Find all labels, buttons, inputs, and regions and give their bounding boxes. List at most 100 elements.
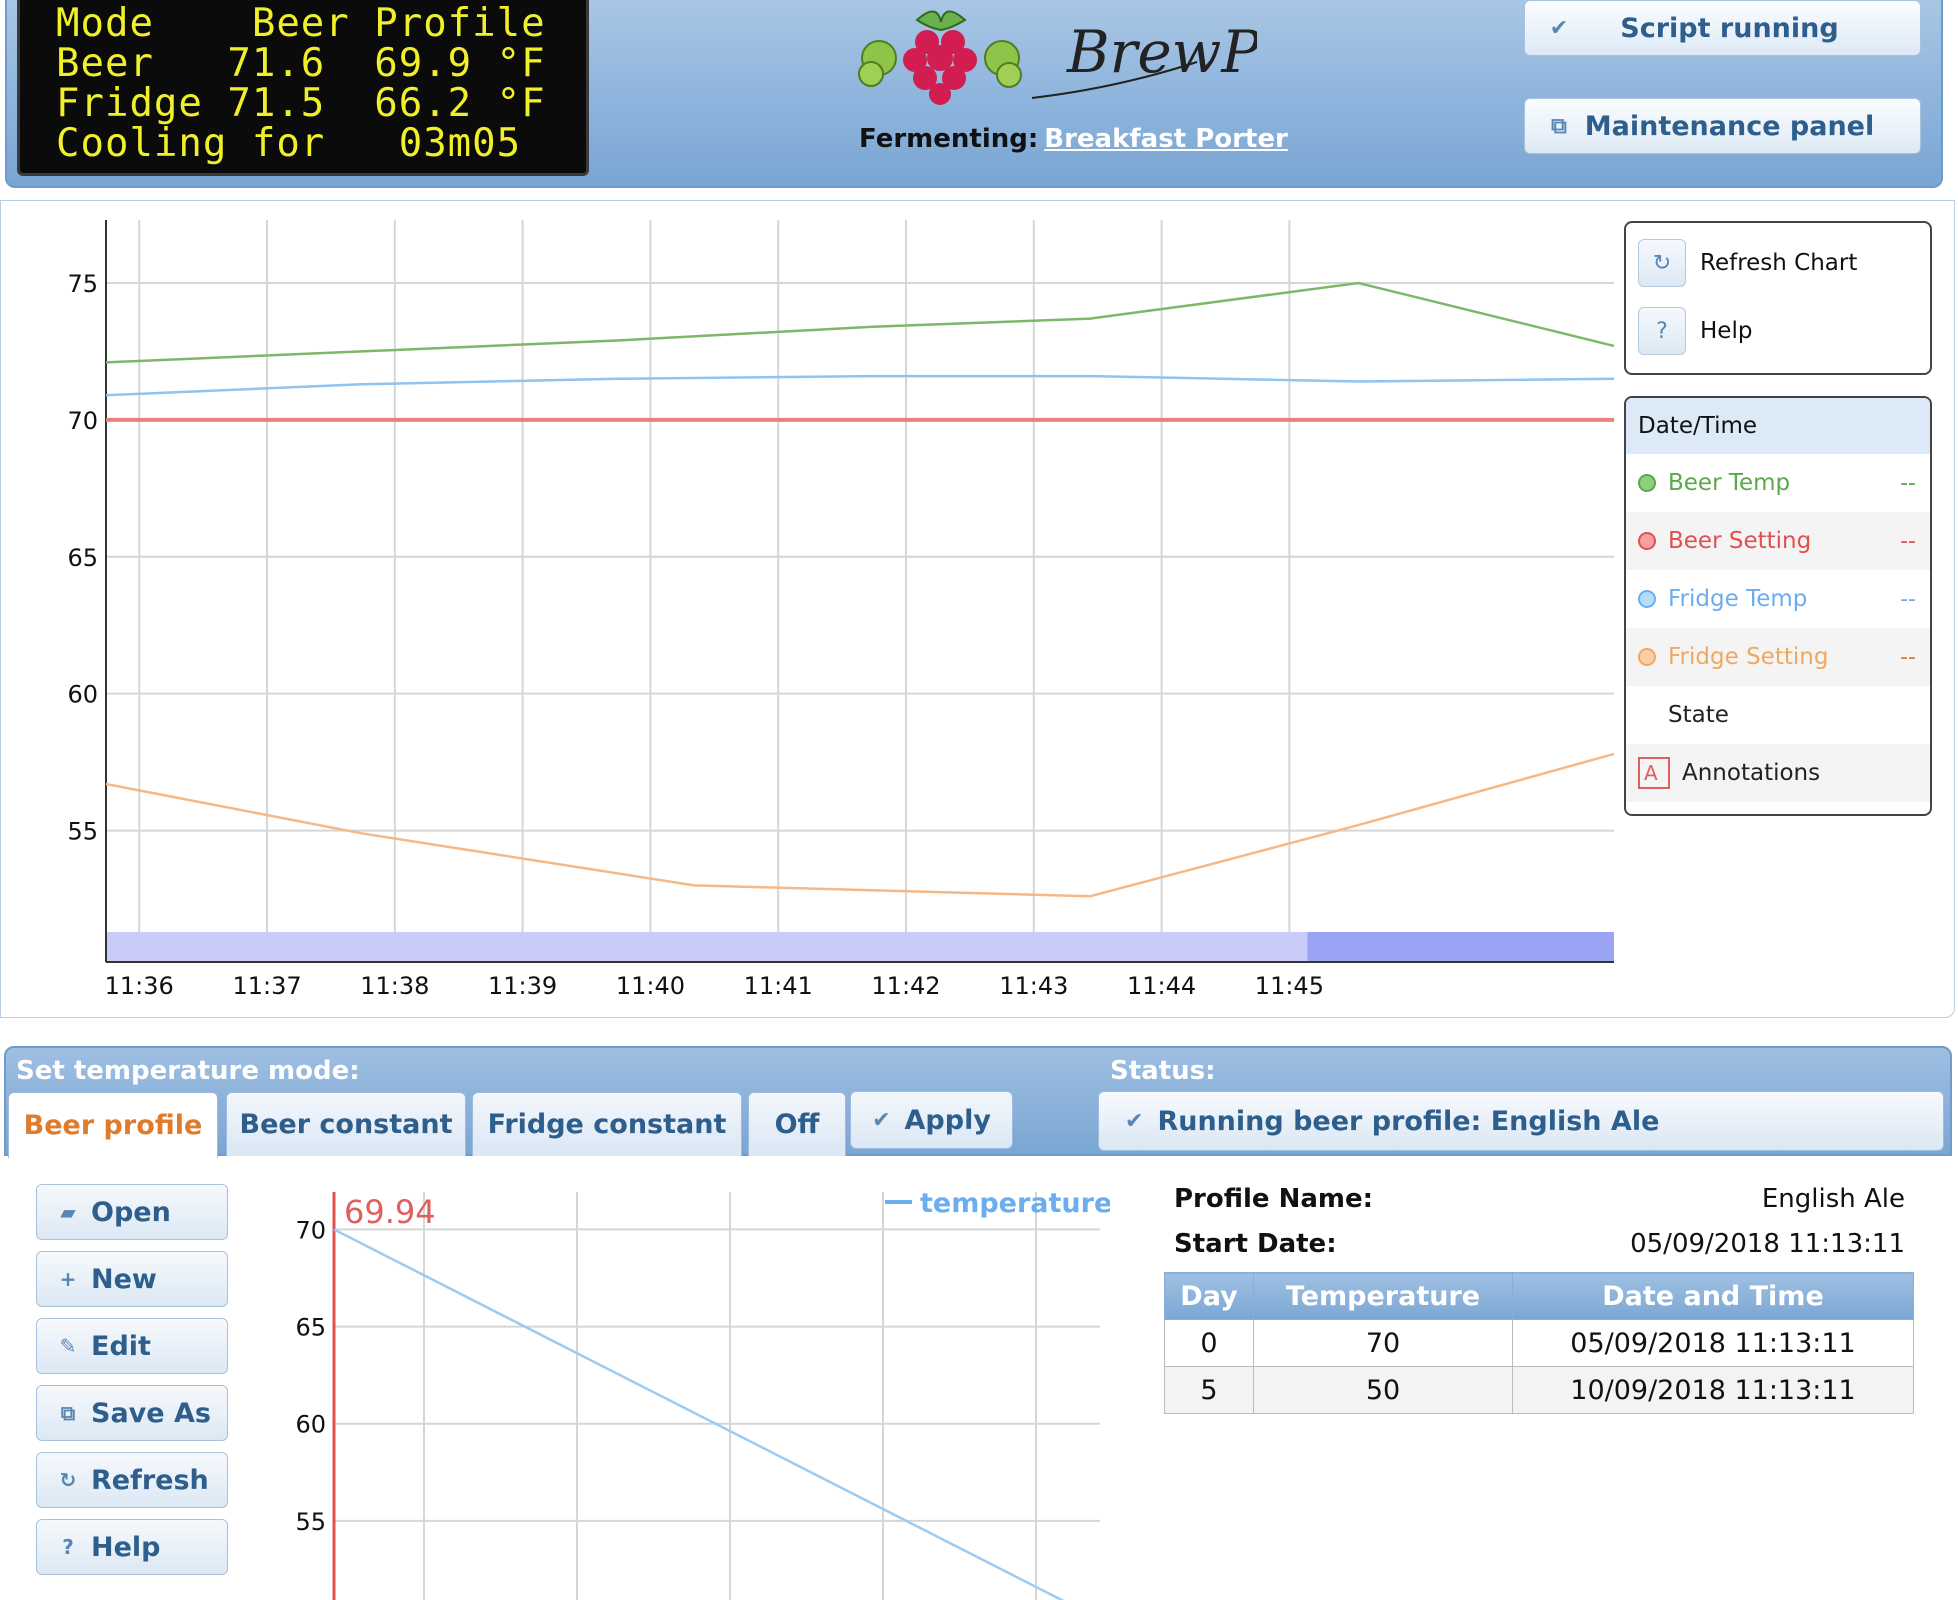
current-value-label: 69.94 <box>344 1193 436 1231</box>
cell-day: 0 <box>1164 1319 1254 1367</box>
script-running-label: Script running <box>1620 12 1839 44</box>
x-tick-label: 11:42 <box>871 972 940 1000</box>
chart-help-label: Help <box>1700 318 1753 344</box>
lcd-line-3: Fridge 71.5 66.2 °F <box>56 81 546 126</box>
status-box: ✔ Running beer profile: English Ale <box>1098 1091 1944 1151</box>
legend-item-beer-temp[interactable]: Beer Temp -- <box>1626 454 1930 512</box>
cell-temperature: 70 <box>1253 1319 1513 1367</box>
x-tick-label: 11:36 <box>105 972 174 1000</box>
profile-name-value: English Ale <box>1761 1184 1905 1214</box>
y-tick-label: 60 <box>67 681 98 709</box>
y-tick-label: 70 <box>67 407 98 435</box>
y-tick-label: 75 <box>67 270 98 298</box>
help-icon: ? <box>62 1535 74 1559</box>
copy-icon: ⧉ <box>60 1401 76 1425</box>
series-line-fridge-temp <box>105 374 1615 397</box>
legend-item-beer-setting[interactable]: Beer Setting -- <box>1626 512 1930 570</box>
fridge-setting-dot-icon <box>1638 648 1656 666</box>
legend-item-state[interactable]: State <box>1626 686 1930 744</box>
lcd-line-2: Beer 71.6 69.9 °F <box>56 41 546 86</box>
lcd-display: Mode Beer Profile Beer 71.6 69.9 °F Frid… <box>17 0 589 176</box>
refresh-button[interactable]: ↻ Refresh <box>36 1452 228 1508</box>
fermenting-label: Fermenting: <box>859 124 1039 154</box>
series-line-fridge-setting <box>105 752 1615 898</box>
new-button[interactable]: + New <box>36 1251 228 1307</box>
y-tick-label: 65 <box>67 544 98 572</box>
folder-icon: ▰ <box>60 1200 76 1224</box>
legend-label: Fridge Temp <box>1668 586 1808 612</box>
state-band-segment <box>1307 932 1614 962</box>
legend-header: Date/Time <box>1626 398 1930 454</box>
table-row[interactable]: 5 50 10/09/2018 11:13:11 <box>1164 1366 1914 1414</box>
fermenting-info: Fermenting: Breakfast Porter <box>859 124 1288 154</box>
temperature-chart: 11:36 11:37 11:38 11:39 11:40 11:41 11:42 11:43… <box>67 220 1615 1000</box>
legend-item-annotations[interactable]: A Annotations <box>1626 744 1930 802</box>
wrench-icon: ✎ <box>59 1334 77 1358</box>
column-header-temperature: Temperature <box>1253 1272 1513 1320</box>
state-band-segment <box>106 932 1308 962</box>
beer-setting-dot-icon <box>1638 532 1656 550</box>
new-label: New <box>91 1263 157 1295</box>
cell-datetime: 10/09/2018 11:13:11 <box>1512 1366 1914 1414</box>
status-text: Running beer profile: English Ale <box>1157 1105 1660 1137</box>
save-as-label: Save As <box>91 1397 211 1429</box>
annotation-icon: A <box>1638 757 1670 789</box>
legend-label: temperature <box>920 1188 1110 1219</box>
legend-value: -- <box>1900 644 1916 670</box>
set-mode-title: Set temperature mode: <box>16 1056 360 1086</box>
x-tick-label: 11:43 <box>999 972 1068 1000</box>
profile-name-label: Profile Name: <box>1174 1184 1374 1214</box>
table-header-row: Day Temperature Date and Time <box>1164 1272 1914 1320</box>
x-tick-label: 11:38 <box>360 972 429 1000</box>
tab-beer-profile[interactable]: Beer profile <box>8 1092 218 1158</box>
maintenance-panel-button[interactable]: ⧉ Maintenance panel <box>1524 98 1921 154</box>
open-button[interactable]: ▰ Open <box>36 1184 228 1240</box>
script-running-button[interactable]: ✔ Script running <box>1524 0 1921 56</box>
status-title: Status: <box>1110 1056 1216 1086</box>
cell-datetime: 05/09/2018 11:13:11 <box>1512 1319 1914 1367</box>
y-tick-label: 55 <box>67 818 98 846</box>
tab-beer-constant[interactable]: Beer constant <box>226 1092 466 1156</box>
table-row[interactable]: 0 70 05/09/2018 11:13:11 <box>1164 1319 1914 1367</box>
y-tick-label: 55 <box>295 1508 326 1536</box>
chart-help-button[interactable]: ? Help <box>1638 307 1752 355</box>
tab-fridge-constant[interactable]: Fridge constant <box>472 1092 742 1156</box>
y-tick-label: 65 <box>295 1314 326 1342</box>
save-as-button[interactable]: ⧉ Save As <box>36 1385 228 1441</box>
cell-temperature: 50 <box>1253 1366 1513 1414</box>
legend-value: -- <box>1900 470 1916 496</box>
refresh-chart-button[interactable]: ↻ Refresh Chart <box>1638 239 1857 287</box>
help-icon: ? <box>1638 307 1686 355</box>
x-tick-label: 11:39 <box>488 972 557 1000</box>
check-icon: ✔ <box>872 1107 891 1133</box>
x-tick-label: 11:41 <box>744 972 813 1000</box>
open-label: Open <box>91 1196 171 1228</box>
legend-label: Beer Temp <box>1668 470 1791 496</box>
edit-button[interactable]: ✎ Edit <box>36 1318 228 1374</box>
apply-label: Apply <box>904 1104 991 1136</box>
profile-chart: 70 65 60 55 69.94 temperature <box>295 1188 1110 1600</box>
fridge-temp-dot-icon <box>1638 590 1656 608</box>
help-label: Help <box>91 1531 161 1563</box>
legend-label: Fridge Setting <box>1668 644 1829 670</box>
legend-item-fridge-temp[interactable]: Fridge Temp -- <box>1626 570 1930 628</box>
y-tick-label: 70 <box>295 1216 326 1244</box>
refresh-label: Refresh <box>91 1464 209 1496</box>
tab-off[interactable]: Off <box>748 1092 846 1156</box>
logo-text: BrewPi <box>1066 18 1257 86</box>
legend-value: -- <box>1900 528 1916 554</box>
legend-label: State <box>1668 702 1729 728</box>
plus-icon: + <box>59 1267 77 1291</box>
maintenance-panel-label: Maintenance panel <box>1584 110 1875 142</box>
header-bar: Mode Beer Profile Beer 71.6 69.9 °F Frid… <box>5 0 1943 188</box>
cell-day: 5 <box>1164 1366 1254 1414</box>
apply-button[interactable]: ✔ Apply <box>850 1091 1013 1149</box>
x-tick-label: 11:40 <box>616 972 685 1000</box>
beer-name-link[interactable]: Breakfast Porter <box>1044 124 1288 154</box>
legend-item-fridge-setting[interactable]: Fridge Setting -- <box>1626 628 1930 686</box>
window-icon: ⧉ <box>1551 113 1567 139</box>
edit-label: Edit <box>91 1330 151 1362</box>
help-button[interactable]: ? Help <box>36 1519 228 1575</box>
chart-legend: Date/Time Beer Temp -- Beer Setting -- F… <box>1624 396 1932 816</box>
column-header-day: Day <box>1164 1272 1254 1320</box>
